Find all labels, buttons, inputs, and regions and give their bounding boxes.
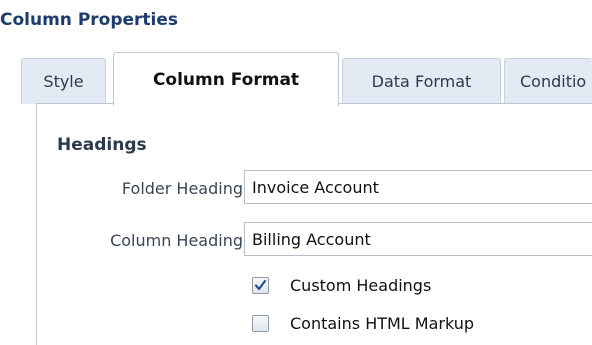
tab-conditional-format[interactable]: Conditio [504,58,592,104]
tab-style[interactable]: Style [21,58,106,104]
column-heading-input[interactable] [244,222,592,256]
column-heading-label: Column Heading [110,231,243,250]
contains-html-markup-checkbox[interactable] [252,314,269,332]
folder-heading-label: Folder Heading [121,179,243,198]
custom-headings-checkbox[interactable] [252,276,269,294]
contains-html-markup-label: Contains HTML Markup [290,313,475,333]
tab-bar: Style Column Format Data Format Conditio [21,52,592,106]
tab-data-format[interactable]: Data Format [342,58,501,104]
folder-heading-input[interactable] [244,170,592,204]
custom-headings-label: Custom Headings [290,275,432,295]
column-format-panel: Headings Folder Heading Column Heading C… [36,103,592,345]
headings-section-title: Headings [57,135,147,155]
checkmark-icon [254,279,267,290]
column-properties-dialog: Column Properties Style Column Format Da… [0,0,592,345]
dialog-title: Column Properties [0,10,179,30]
tab-column-format[interactable]: Column Format [113,52,339,106]
custom-headings-row: Custom Headings [252,275,431,295]
contains-html-markup-row: Contains HTML Markup [252,313,474,333]
